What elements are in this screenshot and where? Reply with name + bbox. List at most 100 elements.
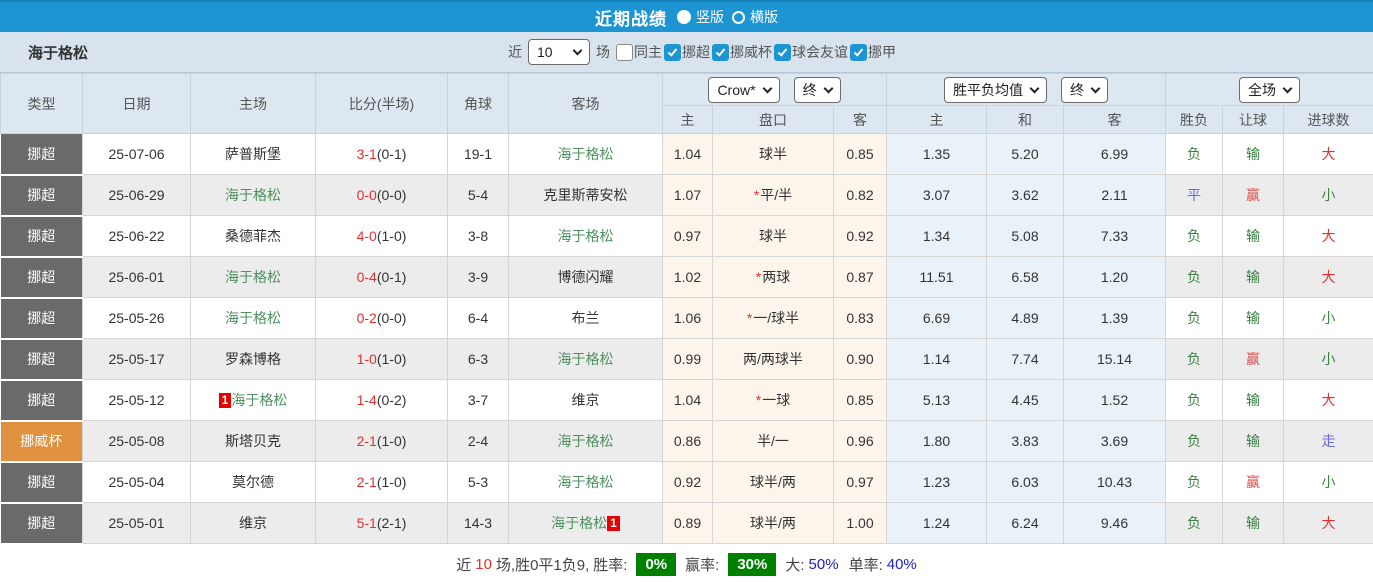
home-team[interactable]: 1 海于格松: [190, 379, 316, 421]
result-header: 全场: [1164, 73, 1373, 106]
home-team[interactable]: 斯塔贝克: [190, 420, 316, 462]
team-link[interactable]: 海于格松: [558, 433, 614, 449]
home-team[interactable]: 萨普斯堡: [190, 133, 316, 175]
scope-select[interactable]: 全场: [1239, 76, 1301, 103]
team-link[interactable]: 海于格松: [225, 187, 281, 203]
away-team[interactable]: 海于格松: [508, 461, 663, 503]
subcol-result-goals: 进球数: [1282, 105, 1373, 134]
away-team[interactable]: 维京: [508, 379, 663, 421]
match-type: 挪超: [0, 256, 83, 299]
away-team[interactable]: 海于格松: [508, 338, 663, 380]
rank-badge: 1: [218, 393, 232, 408]
away-team[interactable]: 海于格松: [508, 215, 663, 257]
match-score: 4-0(1-0): [315, 215, 448, 257]
table-row: 挪超 25-06-22 桑德菲杰 4-0(1-0) 3-8 海于格松 0.97 …: [0, 215, 1373, 258]
filter-checkbox-1[interactable]: 挪超: [664, 42, 710, 62]
result-goals: 小: [1282, 297, 1373, 339]
summary-bar: 近 10 场,胜0平1负9, 胜率: 0% 赢率: 30% 大: 50% 单率: 40%: [0, 545, 1373, 582]
checkmark-icon: [853, 45, 864, 57]
asian-odds-away: 0.96: [833, 420, 887, 462]
odds-time-value: 终: [802, 81, 817, 98]
filter-controls: 近 10 场 同主 挪超 挪威杯 球会友谊 挪甲: [508, 39, 896, 65]
asian-odds-away: 0.87: [833, 256, 887, 298]
away-team[interactable]: 海于格松: [508, 420, 663, 462]
checkbox-checked-icon[interactable]: [664, 43, 681, 61]
filter-checkbox-label[interactable]: 球会友谊: [792, 42, 848, 62]
team-link[interactable]: 罗森博格: [225, 351, 281, 367]
away-team[interactable]: 布兰: [508, 297, 663, 339]
europe-odds-away: 9.46: [1063, 502, 1166, 544]
team-link[interactable]: 萨普斯堡: [225, 146, 281, 162]
radio-vertical-label[interactable]: 竖版: [696, 7, 724, 27]
europe-time-select[interactable]: 终: [1061, 76, 1108, 103]
team-link[interactable]: 海于格松: [225, 310, 281, 326]
checkbox-checked-icon[interactable]: [850, 43, 867, 61]
team-link[interactable]: 海于格松: [558, 351, 614, 367]
away-team[interactable]: 海于格松 1: [508, 502, 663, 544]
team-link[interactable]: 海于格松: [558, 474, 614, 490]
home-team[interactable]: 海于格松: [190, 256, 316, 298]
away-team[interactable]: 海于格松: [508, 133, 663, 175]
profitrate-badge: 30%: [728, 552, 777, 576]
filter-checkbox-label[interactable]: 挪超: [682, 42, 710, 62]
subcol-europe-draw: 和: [986, 105, 1064, 134]
filter-checkbox-label[interactable]: 挪甲: [868, 42, 896, 62]
filter-checkbox-0[interactable]: 同主: [616, 42, 662, 62]
match-score: 5-1(2-1): [315, 502, 448, 544]
filter-checkbox-2[interactable]: 挪威杯: [712, 42, 772, 62]
filter-checkbox-3[interactable]: 球会友谊: [774, 42, 848, 62]
team-link[interactable]: 海于格松: [231, 392, 287, 408]
radio-horizontal-label[interactable]: 横版: [750, 7, 778, 27]
away-team[interactable]: 博德闪耀: [508, 256, 663, 298]
radio-horizontal-layout[interactable]: 横版: [732, 7, 778, 27]
team-link[interactable]: 克里斯蒂安松: [544, 187, 628, 203]
summary-profit-label: 赢率:: [685, 556, 720, 574]
checkbox-checked-icon[interactable]: [712, 43, 729, 61]
odds-company-select[interactable]: Crow*: [708, 76, 780, 103]
odds-time-select[interactable]: 终: [793, 76, 841, 103]
chevron-down-icon: [1282, 83, 1293, 93]
checkbox-unchecked-icon[interactable]: [616, 43, 633, 61]
radio-selected-icon[interactable]: [677, 10, 691, 24]
summary-near-label: 近: [456, 556, 472, 574]
match-score: 2-1(1-0): [315, 461, 448, 503]
chevron-down-icon: [823, 83, 834, 93]
radio-unselected-icon[interactable]: [732, 10, 745, 24]
rounds-select[interactable]: 10: [528, 39, 590, 65]
radio-vertical-layout[interactable]: 竖版: [677, 7, 724, 27]
team-link[interactable]: 布兰: [572, 310, 600, 326]
team-link[interactable]: 海于格松: [551, 515, 607, 531]
team-link[interactable]: 海于格松: [225, 269, 281, 285]
table-row: 挪超 25-05-26 海于格松 0-2(0-0) 6-4 布兰 1.06 *一…: [0, 297, 1373, 340]
team-link[interactable]: 维京: [572, 392, 600, 408]
result-handicap: 赢: [1222, 338, 1284, 380]
home-team[interactable]: 罗森博格: [190, 338, 316, 380]
europe-company-select[interactable]: 胜平负均值: [944, 76, 1047, 103]
asian-odds-home: 0.89: [662, 502, 713, 544]
europe-odds-draw: 4.45: [986, 379, 1064, 421]
filter-checkbox-label[interactable]: 同主: [634, 42, 662, 62]
result-handicap: 赢: [1222, 174, 1284, 216]
changed-handicap-star: *: [746, 310, 753, 326]
home-team[interactable]: 海于格松: [190, 297, 316, 339]
rank-badge: 1: [607, 516, 620, 531]
team-link[interactable]: 桑德菲杰: [225, 228, 281, 244]
team-link[interactable]: 斯塔贝克: [225, 433, 281, 449]
team-link[interactable]: 维京: [239, 515, 267, 531]
filter-checkbox-4[interactable]: 挪甲: [850, 42, 896, 62]
home-team[interactable]: 莫尔德: [190, 461, 316, 503]
checkbox-checked-icon[interactable]: [774, 43, 791, 61]
asian-odds-home: 1.06: [662, 297, 713, 339]
home-team[interactable]: 维京: [190, 502, 316, 544]
team-link[interactable]: 莫尔德: [232, 474, 274, 490]
europe-odds-draw: 5.08: [986, 215, 1064, 257]
home-team[interactable]: 海于格松: [190, 174, 316, 216]
asian-odds-home: 1.04: [662, 379, 713, 421]
away-team[interactable]: 克里斯蒂安松: [508, 174, 663, 216]
scope-select-value: 全场: [1248, 81, 1277, 98]
filter-checkbox-label[interactable]: 挪威杯: [730, 42, 772, 62]
home-team[interactable]: 桑德菲杰: [190, 215, 316, 257]
team-link[interactable]: 博德闪耀: [558, 269, 614, 285]
team-link[interactable]: 海于格松: [558, 146, 614, 162]
team-link[interactable]: 海于格松: [558, 228, 614, 244]
